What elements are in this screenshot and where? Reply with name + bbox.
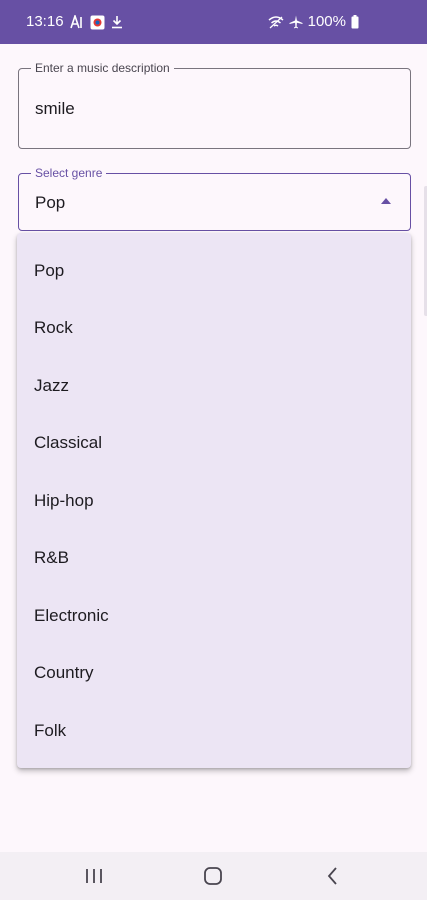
recent-apps-icon[interactable]	[82, 864, 106, 888]
battery-label: 100%	[307, 13, 346, 30]
download-icon	[111, 15, 123, 29]
menu-item-folk[interactable]: Folk	[17, 702, 411, 760]
genre-dropdown-menu: Pop Rock Jazz Classical Hip-hop R&B Elec…	[17, 233, 411, 768]
menu-item-pop[interactable]: Pop	[17, 242, 411, 300]
recorder-icon	[90, 15, 105, 30]
menu-item-hip-hop[interactable]: Hip-hop	[17, 472, 411, 530]
menu-item-rock[interactable]: Rock	[17, 300, 411, 358]
status-time: 13:16	[26, 13, 64, 30]
menu-item-jazz[interactable]: Jazz	[17, 357, 411, 415]
music-description-field[interactable]: Enter a music description smile	[18, 61, 411, 149]
genre-select-label: Select genre	[31, 166, 107, 180]
menu-item-rnb[interactable]: R&B	[17, 530, 411, 588]
status-bar: 13:16 100%	[0, 0, 427, 44]
music-description-input[interactable]: smile	[35, 99, 75, 119]
airplane-icon	[289, 15, 303, 29]
menu-item-electronic[interactable]: Electronic	[17, 587, 411, 645]
menu-item-country[interactable]: Country	[17, 645, 411, 703]
menu-item-classical[interactable]: Classical	[17, 415, 411, 473]
genre-select-value: Pop	[35, 193, 66, 212]
home-icon[interactable]	[201, 864, 225, 888]
status-right: 100%	[268, 13, 359, 31]
wifi-icon	[268, 15, 284, 29]
a-text-icon	[69, 15, 84, 29]
status-left: 13:16	[26, 13, 123, 31]
back-icon[interactable]	[321, 864, 345, 888]
music-description-label: Enter a music description	[31, 61, 174, 75]
dropdown-arrow-icon[interactable]	[381, 198, 391, 204]
navigation-bar	[0, 852, 427, 900]
genre-select[interactable]: Select genre Pop	[18, 166, 411, 231]
battery-icon	[351, 15, 359, 29]
